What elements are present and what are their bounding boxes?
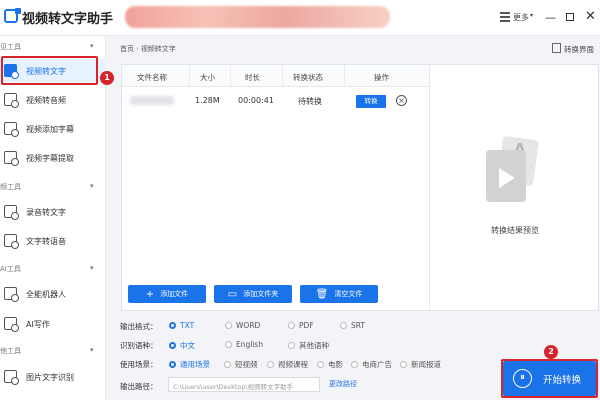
chevron-down-icon[interactable]: ▾ xyxy=(530,12,533,19)
blurred-file-name xyxy=(130,96,174,105)
column-header-size: 大小 xyxy=(200,73,215,82)
plus-icon: + xyxy=(145,289,155,300)
column-header-duration: 时长 xyxy=(245,73,260,82)
format-option-txt[interactable]: TXT xyxy=(169,321,194,330)
trash-icon: 🗑 xyxy=(315,289,329,300)
video-text-placeholder-icon: A xyxy=(482,135,544,208)
sidebar-group-common[interactable]: 见工具 ▾ xyxy=(0,40,106,54)
language-option-other[interactable]: 其他语种 xyxy=(288,340,329,351)
scene-option-course[interactable]: 视频课程 xyxy=(267,359,308,370)
sidebar-item-image-ocr[interactable]: 图片文字识别 xyxy=(0,365,106,389)
subtitle-extract-icon xyxy=(4,151,19,166)
step-badge-1: 1 xyxy=(100,71,114,85)
column-divider xyxy=(189,65,190,87)
scene-option-general[interactable]: 通用场景 xyxy=(169,359,210,370)
sidebar-group-other[interactable]: 他工具 ▾ xyxy=(0,344,106,358)
microphone-icon xyxy=(4,205,19,220)
sidebar: 见工具 ▾ 视频转文字 视频转音频 视频添加字幕 视频字幕提取 频工具 ▾ 录音… xyxy=(0,36,106,400)
close-button[interactable]: ✕ xyxy=(585,9,596,24)
output-path-field[interactable]: C:\Users\user\Desktop\视频转文字助手 xyxy=(168,377,320,392)
text-speech-icon xyxy=(4,234,19,249)
minimize-button[interactable]: — xyxy=(545,11,556,24)
highlight-frame-step-2 xyxy=(501,359,598,398)
add-folder-button[interactable]: ▭ 添加文件夹 xyxy=(214,285,292,303)
format-option-pdf[interactable]: PDF xyxy=(288,321,314,330)
preview-label: 转换结果预览 xyxy=(491,226,539,235)
language-row: 识别语种： 中文 English 其他语种 xyxy=(120,338,490,352)
language-label: 识别语种： xyxy=(120,341,158,350)
convert-button[interactable]: 转换 xyxy=(356,95,386,108)
switch-interface-button[interactable]: 转换界面 xyxy=(552,43,594,55)
folder-icon: ▭ xyxy=(227,289,238,300)
table-row[interactable]: 1.28M 00:00:41 待转换 转换 × xyxy=(122,91,429,111)
scene-option-news[interactable]: 新闻报道 xyxy=(400,359,441,370)
highlight-frame-step-1 xyxy=(1,56,98,85)
more-menu-button[interactable]: 更多 xyxy=(513,12,529,23)
file-table: 文件名称 大小 时长 转换状态 操作 1.28M 00:00:41 待转换 转换… xyxy=(122,65,429,310)
breadcrumb-current: 视频转文字 xyxy=(140,45,176,53)
app-title: 视频转文字助手 xyxy=(22,12,114,27)
scene-row: 使用场景： 通用场景 短视频 视频课程 电影 电商广告 新闻报道 xyxy=(120,357,490,371)
subtitle-add-icon xyxy=(4,122,19,137)
robot-icon xyxy=(4,287,19,302)
breadcrumb-separator: › xyxy=(136,45,139,53)
table-header: 文件名称 大小 时长 转换状态 操作 xyxy=(122,65,429,87)
column-divider xyxy=(282,65,283,87)
scene-label: 使用场景： xyxy=(120,360,158,369)
sidebar-item-add-subtitle[interactable]: 视频添加字幕 xyxy=(0,117,106,141)
menu-icon[interactable] xyxy=(500,12,510,24)
ai-writing-icon xyxy=(4,317,19,332)
column-divider xyxy=(230,65,231,87)
file-size: 1.28M xyxy=(195,96,220,105)
blurred-banner xyxy=(125,6,390,28)
app-logo-icon xyxy=(4,8,21,23)
breadcrumb-home[interactable]: 首页 xyxy=(120,45,134,53)
column-divider xyxy=(344,65,345,87)
delete-icon[interactable]: × xyxy=(396,95,407,106)
sidebar-item-extract-subtitle[interactable]: 视频字幕提取 xyxy=(0,146,106,170)
clear-files-button[interactable]: 🗑 清空文件 xyxy=(300,285,378,303)
output-format-row: 输出格式： TXT WORD PDF SRT xyxy=(120,319,490,333)
conversion-preview: A 转换结果预览 xyxy=(429,65,599,310)
sidebar-group-audio[interactable]: 频工具 ▾ xyxy=(0,180,106,194)
file-status: 待转换 xyxy=(298,97,322,106)
caret-down-icon: ▾ xyxy=(90,42,94,50)
language-option-chinese[interactable]: 中文 xyxy=(169,340,195,351)
sidebar-item-video-to-audio[interactable]: 视频转音频 xyxy=(0,88,106,112)
sidebar-group-ai[interactable]: AI工具 ▾ xyxy=(0,262,106,276)
sidebar-item-robot[interactable]: 全能机器人 xyxy=(0,282,106,306)
output-format-label: 输出格式： xyxy=(120,322,158,331)
format-option-srt[interactable]: SRT xyxy=(340,321,365,330)
scene-option-ecommerce[interactable]: 电商广告 xyxy=(351,359,392,370)
scene-option-short-video[interactable]: 短视频 xyxy=(224,359,258,370)
caret-down-icon: ▾ xyxy=(90,264,94,272)
language-option-english[interactable]: English xyxy=(225,340,263,349)
sidebar-item-audio-to-text[interactable]: 录音转文字 xyxy=(0,200,106,224)
format-option-word[interactable]: WORD xyxy=(225,321,260,330)
maximize-button[interactable] xyxy=(566,13,574,21)
title-bar: 视频转文字助手 更多 ▾ — ✕ xyxy=(0,0,600,36)
output-path-label: 输出路径： xyxy=(120,382,158,391)
file-duration: 00:00:41 xyxy=(238,96,274,105)
sidebar-item-text-to-speech[interactable]: 文字转语音 xyxy=(0,229,106,253)
breadcrumb: 首页 › 视频转文字 xyxy=(120,44,176,54)
image-text-icon xyxy=(4,370,19,385)
caret-down-icon: ▾ xyxy=(90,346,94,354)
scene-option-movie[interactable]: 电影 xyxy=(317,359,343,370)
column-header-status: 转换状态 xyxy=(293,73,323,82)
sidebar-item-ai-writing[interactable]: AI写作 xyxy=(0,312,106,336)
add-file-button[interactable]: + 添加文件 xyxy=(128,285,206,303)
video-audio-icon xyxy=(4,93,19,108)
file-panel: 文件名称 大小 时长 转换状态 操作 1.28M 00:00:41 待转换 转换… xyxy=(121,64,599,311)
column-header-name: 文件名称 xyxy=(137,73,167,82)
change-path-link[interactable]: 更改路径 xyxy=(329,379,357,389)
column-header-actions: 操作 xyxy=(374,73,389,82)
caret-down-icon: ▾ xyxy=(90,182,94,190)
step-badge-2: 2 xyxy=(544,345,558,359)
